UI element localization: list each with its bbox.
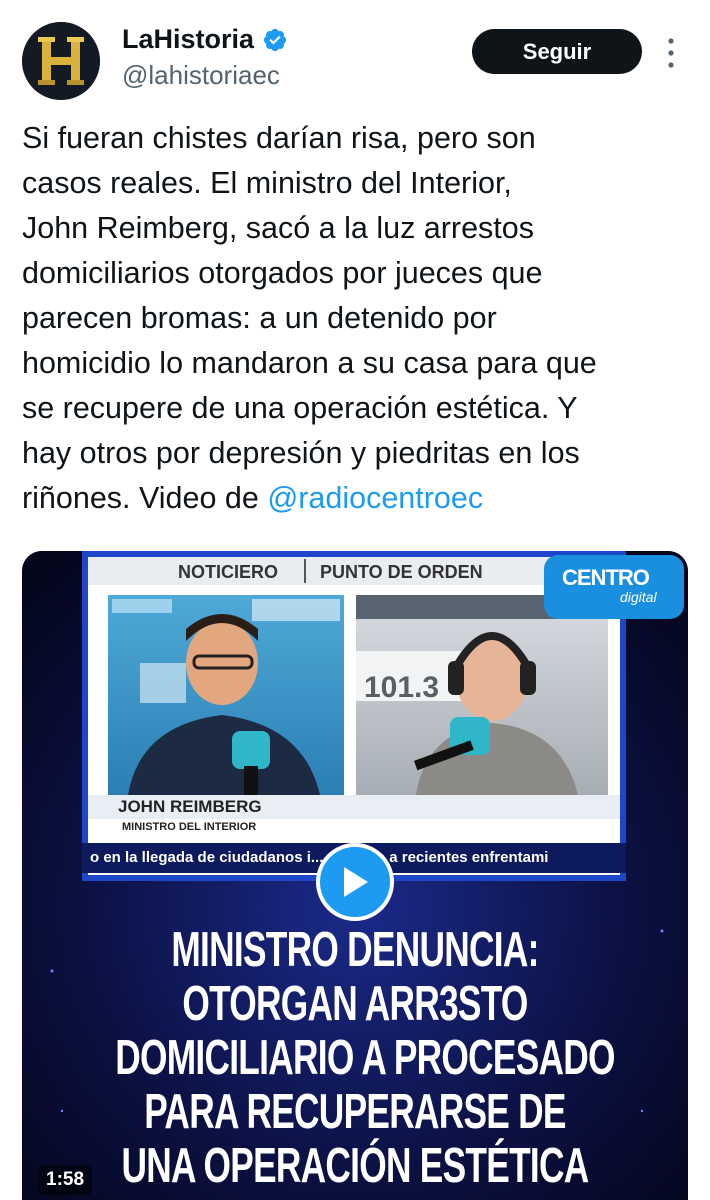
author-name-row[interactable]: LaHistoria — [122, 24, 288, 55]
tweet-text-fragment: riñones. Video de — [22, 481, 268, 515]
tweet-text-line: domiciliarios otorgados por jueces que — [22, 256, 543, 290]
headline-line: PARA RECUPERARSE DE — [144, 1085, 566, 1139]
tweet-text-line: Si fueran chistes darían risa, pero son — [22, 121, 536, 155]
tweet-text-line: parecen bromas: a un detenido por — [22, 301, 497, 335]
tweet-text: Si fueran chistes darían risa, pero son … — [22, 116, 697, 521]
author-handle[interactable]: @lahistoriaec — [122, 60, 280, 91]
lahistoria-logo-icon — [22, 22, 100, 100]
headline-line: OTORGAN ARR3STO — [182, 977, 528, 1031]
headline-line: MINISTRO DENUNCIA: — [171, 923, 539, 977]
video-headline: MINISTRO DENUNCIA: OTORGAN ARR3STO DOMIC… — [115, 923, 615, 1193]
more-options-icon[interactable] — [664, 36, 678, 70]
program-tab-right: PUNTO DE ORDEN — [320, 562, 483, 582]
author-avatar[interactable] — [22, 22, 100, 100]
video-duration: 1:58 — [38, 1165, 93, 1195]
studio-frequency-sign: 101.3 — [364, 671, 440, 704]
tweet-text-line: casos reales. El ministro del Interior, — [22, 166, 512, 200]
tweet-text-line: John Reimberg, sacó a la luz arrestos — [22, 211, 534, 245]
verified-badge-icon — [263, 28, 287, 51]
tweet-text-line: hay otros por depresión y piedritas en l… — [22, 436, 580, 470]
tweet-text-line: homicidio lo mandaron a su casa para que — [22, 346, 597, 380]
station-logo-subtext: digital — [620, 589, 657, 605]
headline-line: UNA OPERACIÓN ESTÉTICA — [121, 1139, 589, 1193]
lower-third-name: JOHN REIMBERG — [118, 797, 262, 816]
program-tab-left: NOTICIERO — [178, 562, 279, 582]
follow-button[interactable]: Seguir — [472, 29, 642, 74]
tweet-text-line: se recupere de una operación estética. Y — [22, 391, 578, 425]
play-icon — [344, 867, 368, 897]
author-display-name[interactable]: LaHistoria — [122, 24, 254, 55]
lower-third-title: MINISTRO DEL INTERIOR — [122, 821, 257, 833]
video-player[interactable]: NOTICIERO PUNTO DE ORDEN CENTRO digital … — [22, 551, 688, 1200]
station-logo-text: CENTRO — [562, 565, 650, 590]
headline-line: DOMICILIARIO A PROCESADO — [115, 1031, 615, 1085]
play-button[interactable] — [316, 843, 394, 921]
mention-link[interactable]: @radiocentroec — [267, 481, 483, 515]
tweet-text-last-line: riñones. Video de @radiocentroec — [22, 476, 697, 521]
